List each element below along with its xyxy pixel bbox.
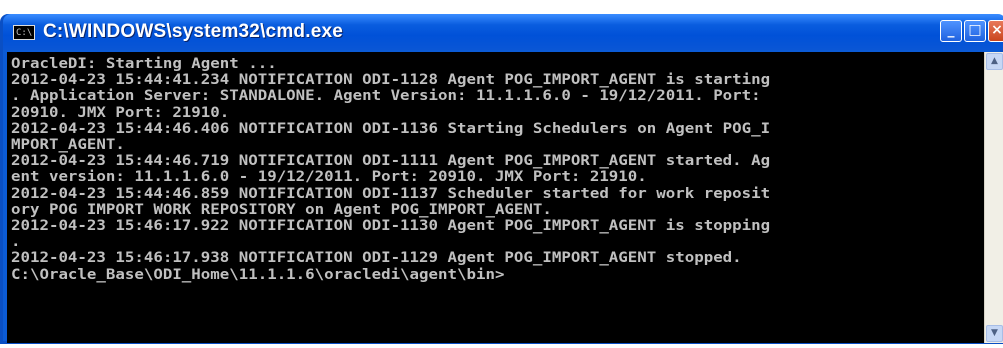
- window-title: C:\WINDOWS\system32\cmd.exe: [43, 21, 343, 42]
- console-output[interactable]: OracleDI: Starting Agent ... 2012-04-23 …: [7, 52, 984, 343]
- title-bar[interactable]: C:\ C:\WINDOWS\system32\cmd.exe _ □ ×: [3, 14, 1003, 50]
- console-line: ory POG IMPORT WORK REPOSITORY on Agent …: [11, 200, 552, 218]
- scroll-down-icon[interactable]: ▼: [986, 325, 1003, 342]
- window-controls: _ □ ×: [940, 20, 1003, 42]
- minimize-button[interactable]: _: [940, 20, 962, 42]
- console-line: .: [11, 233, 21, 251]
- console-line: 2012-04-23 15:44:46.719 NOTIFICATION ODI…: [11, 152, 771, 170]
- cmd-app-icon[interactable]: C:\: [13, 24, 35, 40]
- vertical-scrollbar[interactable]: ▲ ▼: [984, 52, 1003, 343]
- console-line: ent version: 11.1.1.6.0 - 19/12/2011. Po…: [11, 168, 647, 186]
- maximize-button[interactable]: □: [964, 20, 986, 42]
- console-line: 2012-04-23 15:44:46.406 NOTIFICATION ODI…: [11, 119, 771, 137]
- console-prompt[interactable]: C:\Oracle_Base\ODI_Home\11.1.1.6\oracled…: [11, 266, 984, 283]
- cmd-window: C:\ C:\WINDOWS\system32\cmd.exe _ □ × Or…: [0, 14, 1003, 344]
- console-line: OracleDI: Starting Agent ...: [11, 55, 277, 72]
- console-line: 2012-04-23 15:44:41.234 NOTIFICATION ODI…: [11, 71, 771, 89]
- console-line: 2012-04-23 15:46:17.922 NOTIFICATION ODI…: [11, 217, 771, 235]
- scroll-up-icon[interactable]: ▲: [986, 53, 1003, 70]
- console-line: MPORT_AGENT.: [11, 136, 125, 154]
- console-line: 20910. JMX Port: 21910.: [11, 103, 230, 121]
- console-line: 2012-04-23 15:46:17.938 NOTIFICATION ODI…: [11, 249, 742, 267]
- close-button[interactable]: ×: [988, 20, 1003, 42]
- console-line: . Application Server: STANDALONE. Agent …: [11, 87, 761, 105]
- console-line: 2012-04-23 15:44:46.859 NOTIFICATION ODI…: [11, 184, 771, 202]
